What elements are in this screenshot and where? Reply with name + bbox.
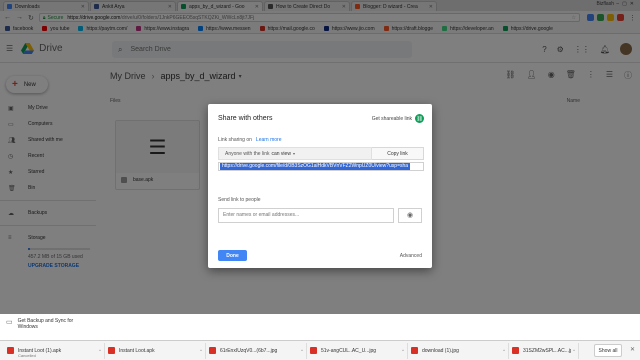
show-all-button[interactable]: Show all [594, 344, 622, 357]
share-dialog: Share with others Get shareable link ⛓ L… [208, 104, 432, 268]
visibility-icon[interactable]: ◉ [398, 207, 422, 223]
link-icon: ⛓ [415, 114, 424, 123]
close-icon[interactable]: ✕ [630, 346, 635, 353]
link-sharing-status: Link sharing on Learn more [218, 137, 282, 143]
computer-icon: ▭ [6, 319, 13, 326]
download-file-icon [512, 347, 519, 354]
downloads-bar: Instant Loot (1).apk ^ Cancelled Instant L… [0, 340, 640, 360]
share-link-url[interactable]: https://drive.google.com/file/d/0B3SzOG1… [220, 163, 411, 170]
chevron-up-icon[interactable]: ^ [402, 348, 404, 353]
download-status: Cancelled [18, 352, 36, 358]
chevron-up-icon[interactable]: ^ [503, 348, 505, 353]
download-name: 31SZM2wSPL..AC...jpg [523, 347, 572, 354]
download-item[interactable]: 51v-angCUL..AC_U...jpg ^ [307, 342, 408, 359]
learn-more-link[interactable]: Learn more [256, 137, 282, 143]
copy-link-button[interactable]: Copy link [372, 147, 424, 160]
send-link-label: Send link to people [218, 197, 261, 203]
permission-prefix: Anyone with the link [225, 150, 270, 157]
download-item[interactable]: Instant Loot (1).apk ^ Cancelled [4, 342, 105, 359]
permission-dropdown[interactable]: Anyone with the link can view ▾ [218, 147, 372, 160]
share-link-field[interactable]: https://drive.google.com/file/d/0B3SzOG1… [218, 162, 424, 171]
download-file-icon [411, 347, 418, 354]
download-file-icon [209, 347, 216, 354]
email-row: ◉ [218, 207, 430, 223]
dialog-title: Share with others [218, 115, 273, 122]
chevron-down-icon: ▾ [292, 151, 295, 156]
permission-value: can view [271, 150, 291, 157]
get-shareable-link[interactable]: Get shareable link ⛓ [372, 114, 424, 123]
download-name: 61rEnxIUzqV0...(6b7...jpg [220, 347, 278, 354]
download-item[interactable]: 31SZM2wSPL..AC...jpg ^ [509, 342, 579, 359]
download-item[interactable]: Instant Loot.apk ^ [105, 342, 206, 359]
download-item[interactable]: 61rEnxIUzqV0...(6b7...jpg ^ [206, 342, 307, 359]
download-name: 51v-angCUL..AC_U...jpg [321, 347, 377, 354]
chevron-up-icon[interactable]: ^ [99, 348, 101, 353]
download-file-icon [310, 347, 317, 354]
done-button[interactable]: Done [218, 250, 247, 261]
download-file-icon [7, 347, 14, 354]
link-status-text: Link sharing on [218, 137, 252, 143]
email-field[interactable] [218, 207, 394, 223]
download-file-icon [108, 347, 115, 354]
advanced-link[interactable]: Advanced [400, 253, 422, 259]
backup-sync-label: Get Backup and Sync for Windows [17, 318, 74, 330]
chevron-up-icon[interactable]: ^ [573, 348, 575, 353]
shareable-link-label: Get shareable link [371, 115, 412, 122]
download-item[interactable]: download (1).jpg ^ [408, 342, 509, 359]
chevron-up-icon[interactable]: ^ [301, 348, 303, 353]
download-name: Instant Loot.apk [119, 347, 155, 354]
backup-sync-promo[interactable]: ▭ Get Backup and Sync for Windows [6, 318, 78, 330]
link-permission-row: Anyone with the link can view ▾ Copy lin… [218, 147, 424, 160]
download-name: download (1).jpg [422, 347, 459, 354]
chevron-up-icon[interactable]: ^ [200, 348, 202, 353]
